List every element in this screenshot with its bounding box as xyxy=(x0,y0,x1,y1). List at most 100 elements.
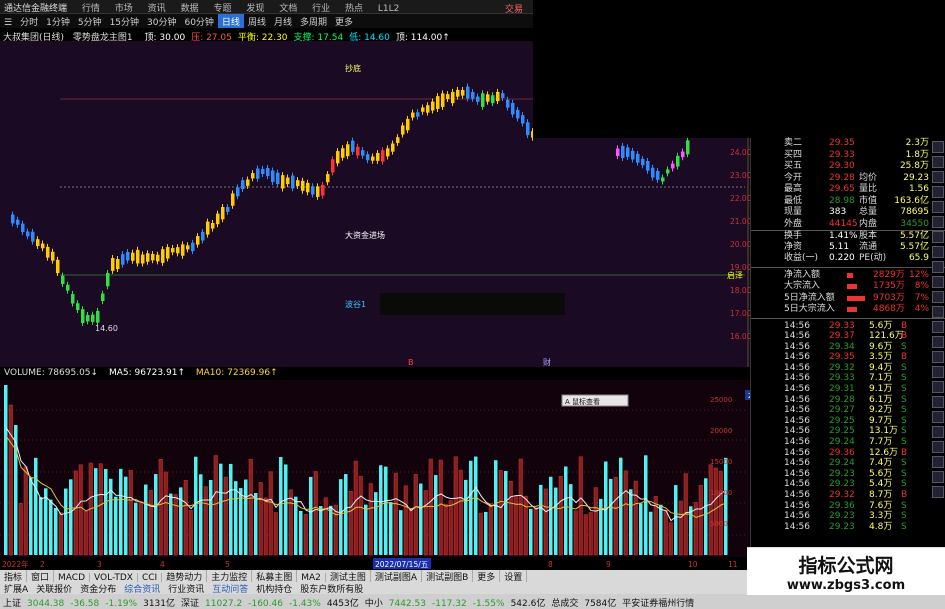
period-tab[interactable]: 分时 xyxy=(16,14,42,28)
candle xyxy=(251,173,255,179)
period-tab[interactable]: 5分钟 xyxy=(74,14,106,28)
period-tab[interactable]: 更多 xyxy=(331,14,357,28)
volume-tick: 10000 xyxy=(710,489,732,497)
indicator-tab[interactable]: 测试副图B xyxy=(422,570,474,582)
volume-bar xyxy=(389,502,393,555)
volume-bar xyxy=(39,497,43,555)
period-tab[interactable]: 多周期 xyxy=(296,14,331,28)
indicator-tab[interactable]: 主力监控 xyxy=(207,570,253,582)
side-tool-icon[interactable] xyxy=(932,486,944,498)
menu-item[interactable]: 市场 xyxy=(109,0,139,13)
candle xyxy=(196,236,200,245)
side-tool-icon[interactable] xyxy=(932,291,944,303)
info-tab[interactable]: 关联报价 xyxy=(32,582,76,594)
indicator-tab[interactable]: 测试副图A xyxy=(371,570,423,582)
period-tab[interactable]: 60分钟 xyxy=(180,14,217,28)
period-tab[interactable]: 30分钟 xyxy=(143,14,180,28)
menu-item[interactable]: 文档 xyxy=(273,0,303,13)
indicator-tab[interactable]: 窗口 xyxy=(27,570,55,582)
side-tool-icon[interactable] xyxy=(932,261,944,273)
menu-item[interactable]: 专题 xyxy=(207,0,237,13)
indicator-tab[interactable]: MA2 xyxy=(297,573,326,582)
side-tool-icon[interactable] xyxy=(932,306,944,318)
side-tool-icon[interactable] xyxy=(932,141,944,153)
side-tool-icon[interactable] xyxy=(932,231,944,243)
tick-time: 14:56 xyxy=(784,500,810,511)
candle xyxy=(386,148,390,157)
trade-button[interactable]: 交易 xyxy=(499,1,529,13)
menu-item[interactable]: 行业 xyxy=(306,0,336,13)
side-tool-icon[interactable] xyxy=(932,471,944,483)
volume-bar xyxy=(629,489,633,555)
volume-tick: 20000 xyxy=(710,427,732,435)
indicator-tab[interactable]: 趋势动力 xyxy=(162,570,208,582)
quote-value: 1.8万 xyxy=(905,149,929,160)
volume-bar xyxy=(384,466,388,555)
info-tab[interactable]: 互动问答 xyxy=(208,582,252,594)
side-tool-icon[interactable] xyxy=(932,201,944,213)
volume-tick: 25000 xyxy=(710,396,732,404)
info-tab[interactable]: 行业资讯 xyxy=(164,582,208,594)
chart-menu-icon[interactable]: ☰ xyxy=(0,17,16,28)
candle xyxy=(356,146,360,156)
flow-pct: 8% xyxy=(914,281,929,291)
indicator-tab[interactable]: 测试主图 xyxy=(326,570,371,582)
status-item: 11027.2 xyxy=(205,599,243,609)
side-tool-icon[interactable] xyxy=(932,171,944,183)
main-candlestick-chart[interactable]: 抄底 大资金进场 波谷1 14.60 启泽 B 财 24.00 23.00 22.00 21.00 2… xyxy=(0,41,750,367)
period-tab[interactable]: 15分钟 xyxy=(106,14,143,28)
side-tool-icon[interactable] xyxy=(932,216,944,228)
menu-item[interactable]: 资讯 xyxy=(142,0,172,13)
period-tab[interactable]: 周线 xyxy=(244,14,270,28)
volume-bar xyxy=(533,507,538,556)
side-tool-icon[interactable] xyxy=(932,351,944,363)
info-tab[interactable]: 机构持仓 xyxy=(252,582,296,594)
menu-item[interactable]: L1L2 xyxy=(372,3,405,13)
period-tab[interactable]: 日线 xyxy=(217,14,244,28)
menu-item[interactable]: 行情 xyxy=(76,0,106,13)
side-tool-icon[interactable] xyxy=(932,186,944,198)
indicator-tab[interactable]: 指标 xyxy=(0,570,28,582)
candle xyxy=(291,175,295,189)
side-tool-icon[interactable] xyxy=(932,426,944,438)
period-tab[interactable]: 1分钟 xyxy=(42,14,74,28)
tick-price: 29.33 xyxy=(829,320,855,331)
date-tick: 10 xyxy=(688,560,698,569)
indicator-value: 压: 27.05 xyxy=(191,33,232,41)
info-tab[interactable]: 资金分布 xyxy=(76,582,120,594)
date-tick: 9 xyxy=(606,560,611,569)
side-tool-icon[interactable] xyxy=(932,456,944,468)
side-tool-icon[interactable] xyxy=(932,411,944,423)
menu-item[interactable]: 数据 xyxy=(175,0,205,13)
period-tab[interactable]: 月线 xyxy=(270,14,296,28)
info-tab[interactable]: 扩展A xyxy=(0,582,32,594)
side-tool-icon[interactable] xyxy=(932,396,944,408)
indicator-tab[interactable]: VOL-TDX xyxy=(90,573,138,582)
side-tool-icon[interactable] xyxy=(932,441,944,453)
side-tool-icon[interactable] xyxy=(932,381,944,393)
indicator-tab[interactable]: 更多 xyxy=(473,570,501,582)
quote-value: 25.8万 xyxy=(899,161,929,171)
menu-item[interactable]: 热点 xyxy=(339,0,369,13)
side-tool-icon[interactable] xyxy=(932,156,944,168)
indicator-name[interactable]: 零势盘龙主图1 xyxy=(70,29,136,41)
side-tool-icon[interactable] xyxy=(932,366,944,378)
volume-chart[interactable]: 25000200001500010000500029005A 鼠标查看2022年… xyxy=(0,380,773,570)
side-tool-icon[interactable] xyxy=(932,321,944,333)
candle xyxy=(221,206,225,220)
indicator-tab[interactable]: MACD xyxy=(54,573,91,582)
indicator-tab[interactable]: CCI xyxy=(138,573,163,582)
info-tab[interactable]: 综合资讯 xyxy=(120,582,164,594)
indicator-tab[interactable]: 私募主图 xyxy=(252,570,298,582)
info-tab[interactable]: 股东户数所有股 xyxy=(296,582,367,594)
volume-bar xyxy=(484,511,488,555)
side-tool-icon[interactable] xyxy=(932,276,944,288)
menu-item[interactable]: 发现 xyxy=(240,0,270,13)
volume-bar xyxy=(323,497,328,556)
tick-time: 14:56 xyxy=(784,331,810,342)
indicator-tab[interactable]: 设置 xyxy=(500,570,528,582)
tick-volume: 5.4万 xyxy=(869,479,893,490)
side-tool-icon[interactable] xyxy=(932,246,944,258)
volume-bar xyxy=(443,504,448,556)
side-tool-icon[interactable] xyxy=(932,336,944,348)
